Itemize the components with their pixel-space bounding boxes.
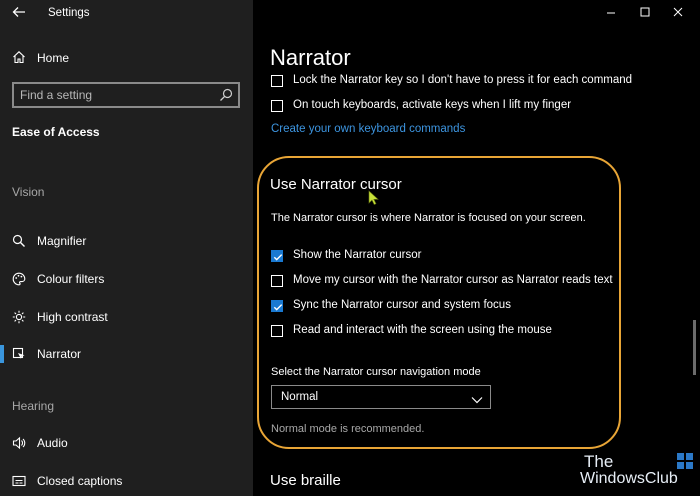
checkbox-box[interactable]: [271, 100, 283, 112]
close-icon[interactable]: [666, 3, 690, 21]
page-title: Narrator: [270, 45, 351, 70]
checkbox-label: Show the Narrator cursor: [293, 249, 422, 261]
checkbox-box[interactable]: [271, 250, 283, 262]
group-label-vision: Vision: [12, 185, 45, 199]
checkbox-box[interactable]: [271, 75, 283, 87]
checkmark-icon: [273, 254, 283, 261]
watermark-line2: WindowsClub: [580, 470, 678, 487]
sidebar-item-label: Narrator: [37, 347, 82, 361]
audio-icon: [12, 436, 26, 450]
colour-filters-icon: [12, 272, 26, 286]
search-icon[interactable]: [219, 88, 233, 102]
checkbox-box[interactable]: [271, 275, 283, 287]
search-input[interactable]: [20, 87, 210, 103]
dropdown-label: Select the Narrator cursor navigation mo…: [271, 366, 481, 378]
sidebar-item-narrator[interactable]: Narrator: [0, 341, 253, 367]
chevron-down-icon: [471, 392, 483, 404]
category-title: Ease of Access: [12, 125, 100, 139]
checkmark-icon: [273, 304, 283, 311]
sidebar-item-colour-filters[interactable]: Colour filters: [0, 266, 253, 292]
section-heading-narrator-cursor: Use Narrator cursor: [270, 176, 402, 193]
high-contrast-icon: [12, 310, 26, 324]
checkbox-label: On touch keyboards, activate keys when I…: [293, 99, 572, 111]
sidebar: Settings Home Ease of Access Vision Magn…: [0, 0, 253, 496]
watermark-line1: The: [584, 452, 614, 471]
group-label-hearing: Hearing: [12, 399, 55, 413]
mouse-pointer-icon: [368, 190, 380, 206]
watermark-windows-icon: [677, 453, 693, 469]
sidebar-item-audio[interactable]: Audio: [0, 430, 253, 456]
sidebar-item-label: Colour filters: [37, 272, 105, 286]
create-keyboard-commands-link[interactable]: Create your own keyboard commands: [271, 123, 465, 135]
sidebar-item-label: High contrast: [37, 310, 108, 324]
main-content: Narrator Lock the Narrator key so I don'…: [253, 0, 700, 496]
checkbox-box[interactable]: [271, 325, 283, 337]
checkbox-label: Sync the Narrator cursor and system focu…: [293, 299, 511, 311]
sidebar-item-label: Closed captions: [37, 474, 123, 488]
magnifier-icon: [12, 234, 26, 248]
home-link[interactable]: Home: [0, 46, 253, 70]
maximize-icon[interactable]: [633, 3, 657, 21]
sidebar-item-magnifier[interactable]: Magnifier: [0, 228, 253, 254]
navigation-mode-dropdown[interactable]: Normal: [271, 385, 491, 409]
watermark-logo: The WindowsClub: [580, 452, 698, 494]
sidebar-item-high-contrast[interactable]: High contrast: [0, 304, 253, 330]
checkbox-label: Lock the Narrator key so I don't have to…: [293, 74, 633, 86]
narrator-icon: [12, 347, 26, 361]
sidebar-item-closed-captions[interactable]: Closed captions: [0, 468, 253, 494]
checkbox-label: Move my cursor with the Narrator cursor …: [293, 274, 613, 286]
checkbox-box[interactable]: [271, 300, 283, 312]
back-arrow-icon[interactable]: [12, 5, 28, 21]
dropdown-hint: Normal mode is recommended.: [271, 423, 425, 435]
search-box[interactable]: [12, 82, 240, 108]
home-label: Home: [37, 51, 70, 65]
section-description: The Narrator cursor is where Narrator is…: [271, 212, 586, 224]
title-bar: Settings: [0, 0, 253, 26]
dropdown-value: Normal: [281, 391, 319, 403]
minimize-icon[interactable]: [599, 3, 623, 21]
scrollbar-thumb[interactable]: [693, 320, 696, 375]
checkbox-label: Read and interact with the screen using …: [293, 324, 552, 336]
sidebar-item-label: Magnifier: [37, 234, 87, 248]
closed-captions-icon: [12, 474, 26, 488]
window-title: Settings: [48, 7, 90, 19]
home-icon: [12, 50, 26, 64]
sidebar-item-label: Audio: [37, 436, 68, 450]
section-heading-braille: Use braille: [270, 472, 341, 489]
